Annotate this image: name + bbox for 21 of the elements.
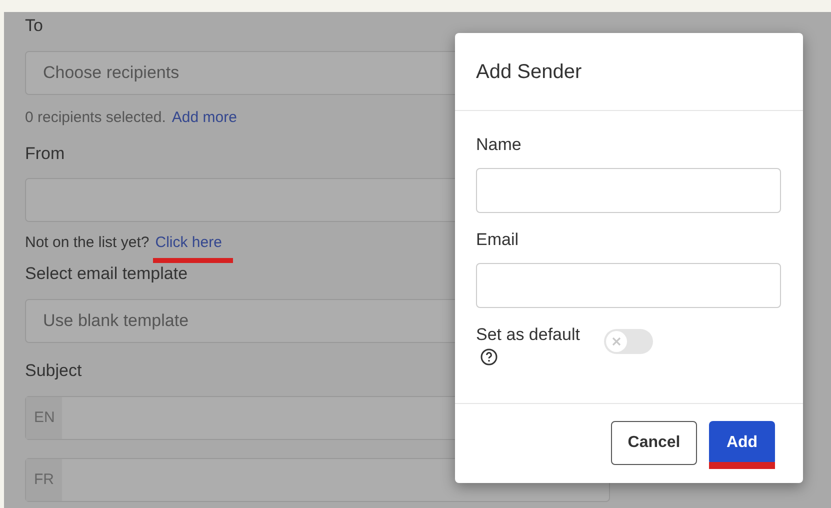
text-field[interactable] xyxy=(476,168,781,213)
field-label: From xyxy=(25,143,65,165)
help-icon xyxy=(480,348,498,366)
default-label: Set as default xyxy=(476,324,580,346)
add-button[interactable]: Add xyxy=(709,421,775,465)
dialog-title: Add Sender xyxy=(476,60,582,84)
default-toggle[interactable] xyxy=(604,329,653,354)
text-field[interactable] xyxy=(476,263,781,308)
field-label: Select email template xyxy=(25,263,188,285)
add-more-link[interactable]: Add more xyxy=(172,106,237,130)
language-prefix: FR xyxy=(26,459,62,501)
field-label: Name xyxy=(476,134,522,156)
cancel-button[interactable]: Cancel xyxy=(611,421,697,465)
click-here-link[interactable]: Click here xyxy=(155,232,234,254)
field-label: Subject xyxy=(25,360,82,382)
field-label: To xyxy=(25,15,43,37)
close-icon xyxy=(612,337,621,346)
language-prefix: EN xyxy=(26,397,62,439)
field-label: Email xyxy=(476,229,519,251)
helper-text: 0 recipients selected. xyxy=(25,108,166,128)
helper-text: Not on the list yet? xyxy=(25,233,150,253)
